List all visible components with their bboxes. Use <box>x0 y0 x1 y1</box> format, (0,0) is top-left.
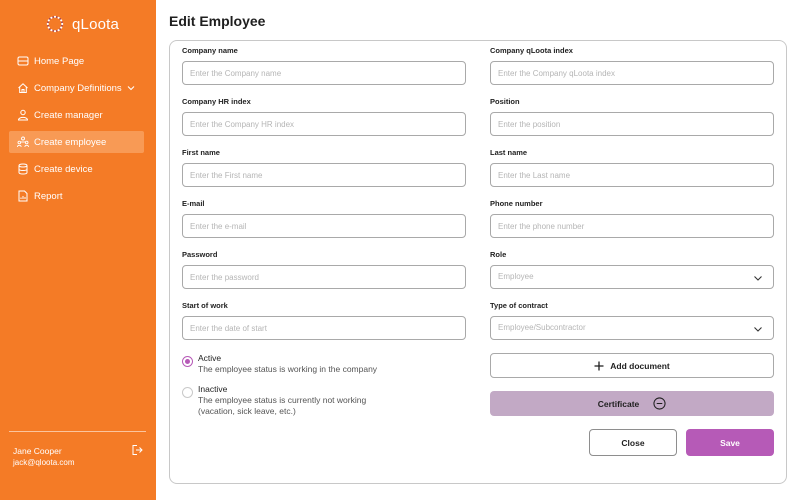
password-group: Password <box>182 250 466 289</box>
role-select[interactable]: Employee <box>490 265 774 289</box>
edit-employee-form: Company name Company qLoota index Compan… <box>169 40 787 484</box>
house-icon <box>18 83 28 93</box>
start-of-work-group: Start of work <box>182 301 466 340</box>
last-name-label: Last name <box>490 148 528 157</box>
chevron-down-icon <box>127 86 135 91</box>
save-button-label: Save <box>720 437 740 448</box>
phone-number-label: Phone number <box>490 199 543 208</box>
company-qloota-index-group: Company qLoota index <box>490 46 774 85</box>
sidebar-item-label: Create employee <box>34 136 107 148</box>
status-inactive-option[interactable]: Inactive The employee status is currentl… <box>182 384 366 417</box>
password-input[interactable] <box>182 265 466 289</box>
first-name-label: First name <box>182 148 220 157</box>
type-of-contract-select-value: Employee/Subcontractor <box>498 323 586 332</box>
company-qloota-index-input[interactable] <box>490 61 774 85</box>
status-inactive-description-note: (vacation, sick leave, etc.) <box>198 406 296 416</box>
first-name-input[interactable] <box>182 163 466 187</box>
sidebar-item-label: Home Page <box>34 55 85 67</box>
last-name-input[interactable] <box>490 163 774 187</box>
phone-number-input[interactable] <box>490 214 774 238</box>
phone-number-group: Phone number <box>490 199 774 238</box>
minus-circle-icon <box>653 397 666 410</box>
sidebar-divider <box>9 431 146 432</box>
status-inactive-description: The employee status is currently not wor… <box>198 395 367 405</box>
password-label: Password <box>182 250 218 259</box>
sidebar-item-label: Report <box>34 190 63 202</box>
sidebar: qLoota Home Page Company Definitions Cre… <box>0 0 156 500</box>
company-name-input[interactable] <box>182 61 466 85</box>
user-name: Jane Cooper <box>13 446 62 456</box>
sidebar-item-create-device[interactable]: Create device <box>9 158 144 180</box>
sidebar-item-create-employee[interactable]: Create employee <box>9 131 144 153</box>
type-of-contract-label: Type of contract <box>490 301 548 310</box>
save-button[interactable]: Save <box>686 429 774 456</box>
sidebar-item-home-page[interactable]: Home Page <box>9 50 144 72</box>
certificate-button[interactable]: Certificate <box>490 391 774 416</box>
chevron-down-icon <box>754 276 762 281</box>
role-label: Role <box>490 250 507 259</box>
page-title: Edit Employee <box>169 13 266 29</box>
status-active-option[interactable]: Active The employee status is working in… <box>182 353 377 375</box>
sidebar-nav: Home Page Company Definitions Create man… <box>9 50 144 212</box>
email-group: E-mail <box>182 199 466 238</box>
position-group: Position <box>490 97 774 136</box>
status-active-title: Active <box>198 353 222 363</box>
sidebar-item-report[interactable]: Report <box>9 185 144 207</box>
status-inactive-radio[interactable] <box>182 387 193 398</box>
sidebar-item-label: Create manager <box>34 109 103 121</box>
sidebar-item-company-definitions[interactable]: Company Definitions <box>9 77 144 99</box>
type-of-contract-group: Type of contract Employee/Subcontractor <box>490 301 774 340</box>
company-name-label: Company name <box>182 46 238 55</box>
type-of-contract-select[interactable]: Employee/Subcontractor <box>490 316 774 340</box>
users-icon <box>17 109 29 121</box>
report-icon <box>18 190 28 202</box>
position-label: Position <box>490 97 520 106</box>
sidebar-item-create-manager[interactable]: Create manager <box>9 104 144 126</box>
status-active-radio[interactable] <box>182 356 193 367</box>
status-active-description: The employee status is working in the co… <box>198 364 378 374</box>
plus-icon <box>594 361 604 370</box>
brand-name: qLoota <box>72 15 120 33</box>
company-hr-index-group: Company HR index <box>182 97 466 136</box>
close-button[interactable]: Close <box>589 429 677 456</box>
brand[interactable]: qLoota <box>46 15 119 33</box>
start-of-work-label: Start of work <box>182 301 228 310</box>
employees-icon <box>17 136 29 148</box>
role-group: Role Employee <box>490 250 774 289</box>
company-name-group: Company name <box>182 46 466 85</box>
sidebar-item-label: Company Definitions <box>34 82 122 94</box>
logout-icon[interactable] <box>131 444 143 456</box>
close-button-label: Close <box>621 437 645 448</box>
role-select-value: Employee <box>498 272 534 281</box>
chevron-down-icon <box>754 327 762 332</box>
qloota-logo-icon <box>46 15 64 33</box>
company-hr-index-label: Company HR index <box>182 97 251 106</box>
email-label: E-mail <box>182 199 205 208</box>
certificate-label: Certificate <box>597 398 640 409</box>
user-email: jack@qloota.com <box>13 458 75 467</box>
add-document-label: Add document <box>610 360 670 371</box>
add-document-button[interactable]: Add document <box>490 353 774 378</box>
company-qloota-index-label: Company qLoota index <box>490 46 573 55</box>
sidebar-item-label: Create device <box>34 163 93 175</box>
email-input[interactable] <box>182 214 466 238</box>
last-name-group: Last name <box>490 148 774 187</box>
company-hr-index-input[interactable] <box>182 112 466 136</box>
first-name-group: First name <box>182 148 466 187</box>
start-of-work-input[interactable] <box>182 316 466 340</box>
status-inactive-title: Inactive <box>198 384 228 394</box>
home-page-icon <box>17 56 29 66</box>
database-icon <box>18 163 28 175</box>
position-input[interactable] <box>490 112 774 136</box>
